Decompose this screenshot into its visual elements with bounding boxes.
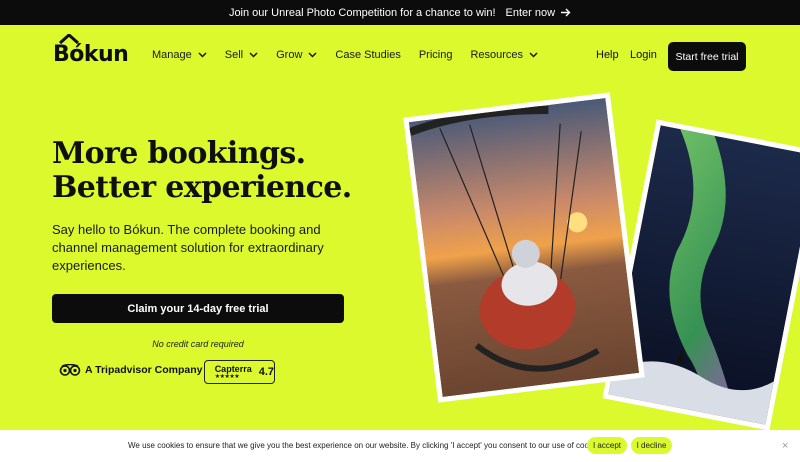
nav-menu: Manage Sell Grow Case Studies Pricing Re…	[152, 49, 556, 61]
logo-text: Bókun	[53, 42, 129, 67]
tripadvisor-label: A Tripadvisor Company	[85, 364, 203, 376]
nav-item-label: Grow	[276, 49, 303, 61]
capterra-stars: ★★★★★	[214, 373, 240, 380]
nav-item-grow[interactable]: Grow	[276, 49, 317, 61]
bokun-logo[interactable]: Bókun	[53, 34, 129, 67]
chevron-down-icon	[198, 52, 207, 58]
capterra-text: Capterra ★★★★★	[215, 364, 252, 381]
start-free-trial-button[interactable]: Start free trial	[668, 42, 746, 71]
nav-item-resources[interactable]: Resources	[470, 49, 538, 61]
aurora-image	[608, 125, 800, 425]
login-link[interactable]: Login	[630, 49, 657, 61]
chevron-down-icon	[308, 52, 317, 58]
chevron-down-icon	[249, 52, 258, 58]
decline-cookies-button[interactable]: I decline	[631, 437, 672, 454]
nav-item-label: Manage	[152, 49, 192, 61]
chevron-down-icon	[529, 52, 538, 58]
capterra-badge: Capterra ★★★★★ 4.7	[204, 360, 275, 384]
nav-item-label: Resources	[470, 49, 524, 61]
paragliding-image	[408, 97, 640, 398]
paragliding-photo	[403, 92, 645, 403]
nav-item-pricing[interactable]: Pricing	[419, 49, 453, 61]
cookie-text: We use cookies to ensure that we give yo…	[128, 441, 606, 450]
claim-trial-button[interactable]: Claim your 14-day free trial	[52, 294, 344, 323]
no-card-note: No credit card required	[152, 339, 244, 349]
promo-bar: Join our Unreal Photo Competition for a …	[0, 0, 800, 25]
nav-item-manage[interactable]: Manage	[152, 49, 207, 61]
help-link[interactable]: Help	[596, 49, 619, 61]
capterra-name: Capterra	[214, 363, 252, 374]
close-icon[interactable]: ×	[782, 440, 788, 452]
cookie-banner: We use cookies to ensure that we give yo…	[0, 430, 800, 462]
tripadvisor-badge: A Tripadvisor Company	[59, 364, 202, 376]
capterra-score: 4.7	[258, 366, 274, 378]
arrow-right-icon	[561, 8, 571, 17]
nav-item-sell[interactable]: Sell	[225, 49, 258, 61]
promo-text: Join our Unreal Photo Competition for a …	[228, 6, 496, 19]
house-logo-icon	[59, 34, 79, 44]
hero-subtitle: Say hello to Bókun. The complete booking…	[52, 222, 324, 273]
tripadvisor-owl-icon	[59, 364, 81, 376]
headline-line-2: Better experience.	[52, 170, 352, 205]
capterra-flag-icon	[210, 371, 211, 373]
nav-item-label: Sell	[224, 49, 244, 61]
nav-item-case-studies[interactable]: Case Studies	[335, 49, 400, 61]
hero-headline: More bookings. Better experience.	[52, 137, 352, 205]
promo-link-label: Enter now	[505, 6, 556, 19]
promo-enter-link[interactable]: Enter now	[506, 7, 572, 19]
accept-cookies-button[interactable]: I accept	[587, 437, 627, 454]
nav-item-label: Pricing	[418, 49, 453, 61]
main-nav: Bókun Manage Sell Grow Case Studies Pric…	[0, 25, 800, 88]
nav-item-label: Case Studies	[335, 49, 401, 61]
headline-line-1: More bookings.	[52, 136, 306, 171]
